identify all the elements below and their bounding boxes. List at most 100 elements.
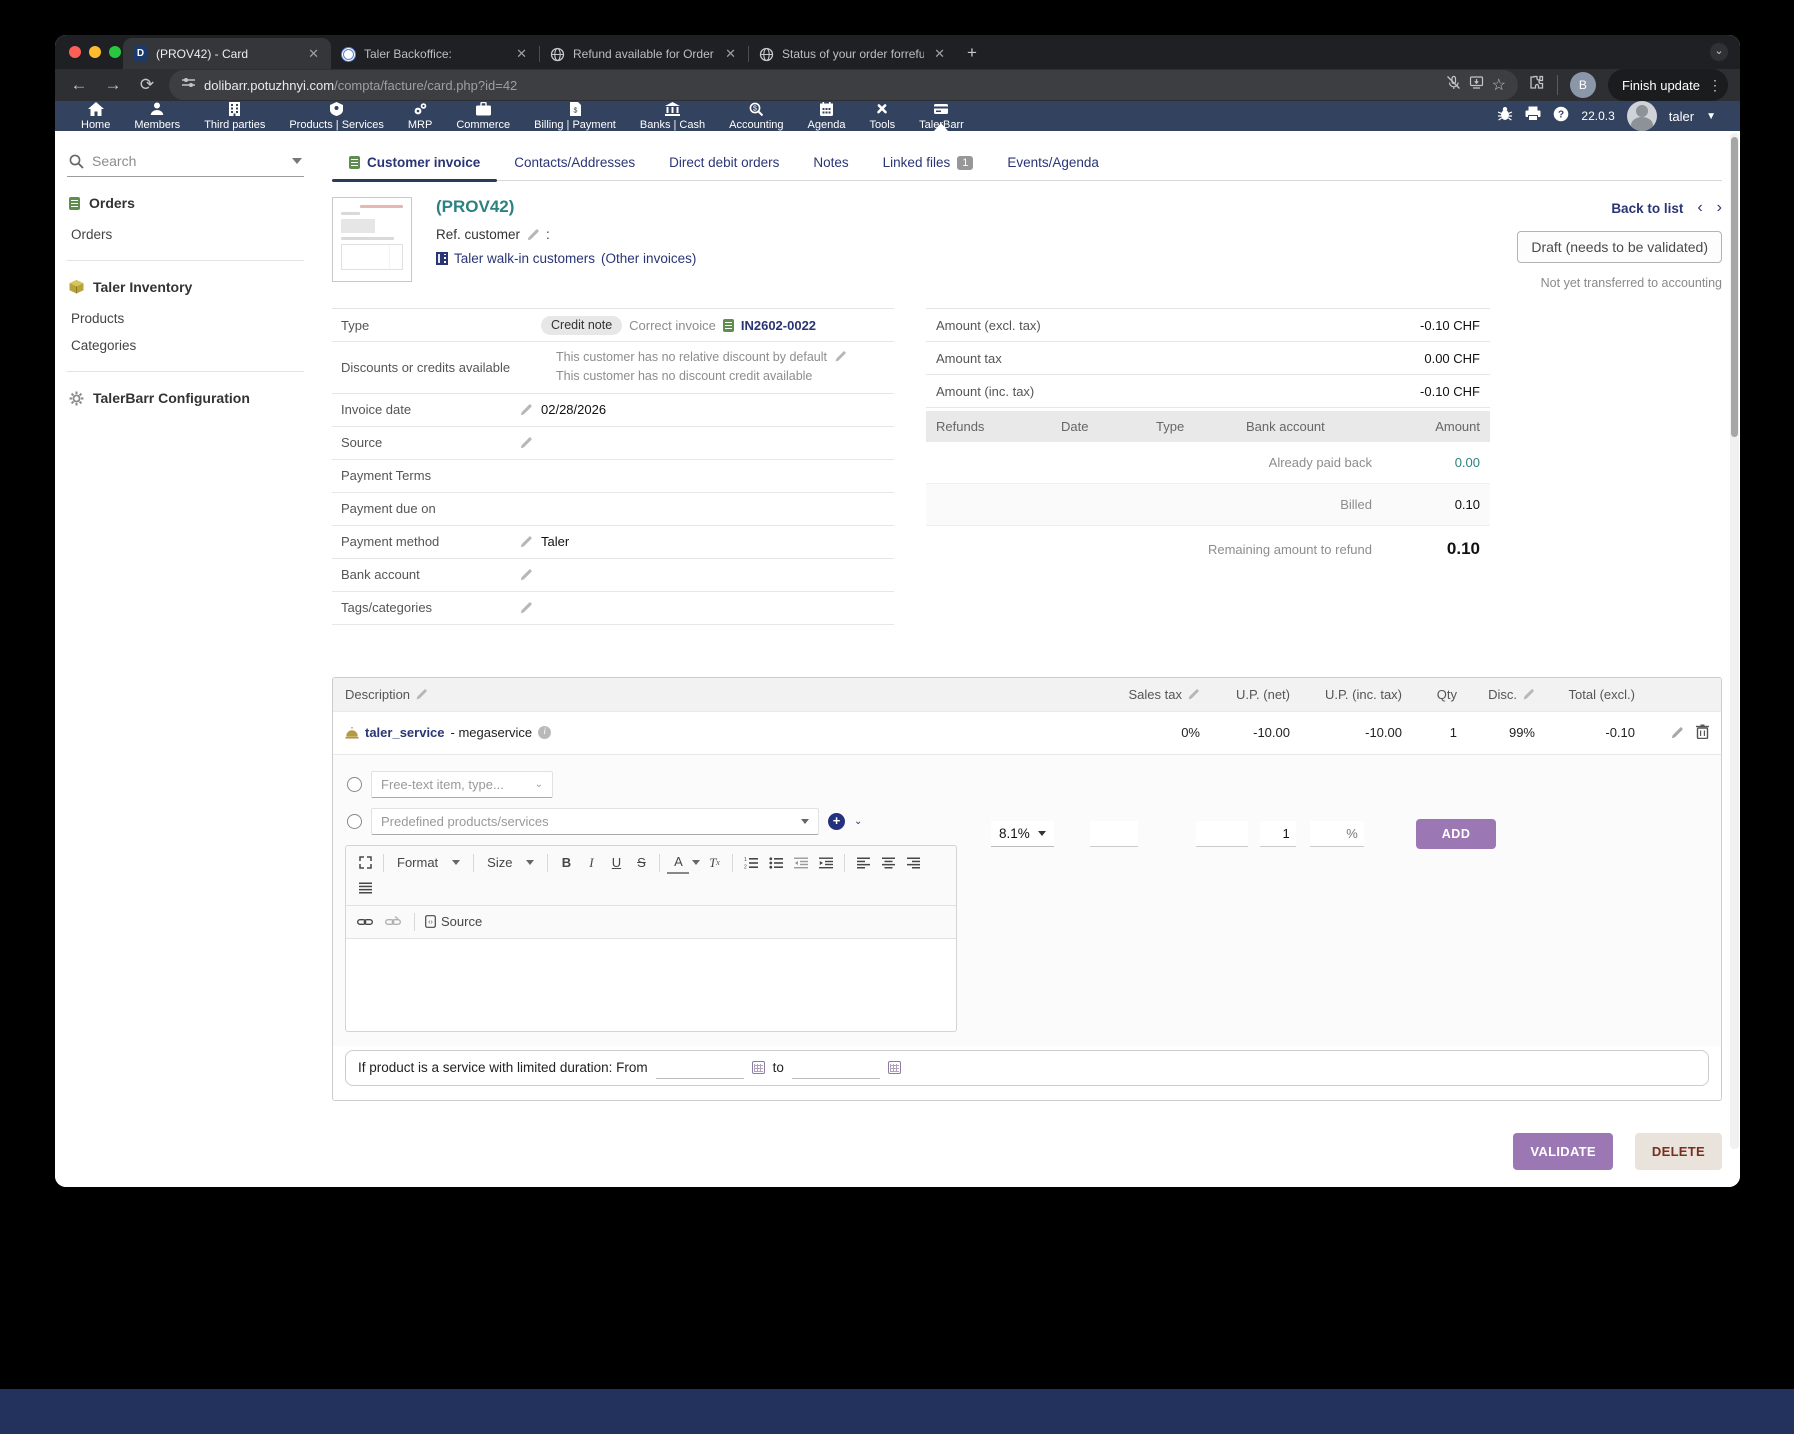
tab-notes[interactable]: Notes xyxy=(796,145,865,180)
site-settings-icon[interactable] xyxy=(181,75,196,95)
thirdparty-link[interactable]: Taler walk-in customers xyxy=(454,251,595,266)
user-avatar[interactable] xyxy=(1627,101,1657,131)
mic-blocked-icon[interactable] xyxy=(1446,75,1461,95)
outdent-button[interactable] xyxy=(790,852,812,874)
tab-linked-files[interactable]: Linked files 1 xyxy=(866,145,991,180)
add-product-icon[interactable]: + xyxy=(828,813,845,830)
add-line-button[interactable]: ADD xyxy=(1416,819,1497,849)
text-color-caret-icon[interactable] xyxy=(692,860,700,865)
calendar-from-icon[interactable] xyxy=(752,1061,765,1074)
line-product-link[interactable]: taler_service xyxy=(365,725,445,740)
duration-to-input[interactable] xyxy=(792,1057,880,1079)
bookmark-star-icon[interactable]: ☆ xyxy=(1492,75,1506,95)
calendar-to-icon[interactable] xyxy=(888,1061,901,1074)
invoice-preview-thumbnail[interactable] xyxy=(332,197,412,282)
up-inc-input[interactable] xyxy=(1196,821,1248,847)
ordered-list-button[interactable]: 12 xyxy=(740,852,762,874)
indent-button[interactable] xyxy=(815,852,837,874)
up-net-input[interactable] xyxy=(1090,821,1138,847)
search-dropdown-caret-icon[interactable] xyxy=(292,158,302,164)
minimize-window-button[interactable] xyxy=(89,46,101,58)
combobox-caret-icon[interactable] xyxy=(801,819,809,824)
free-text-type-select[interactable]: Free-text item, type... ⌄ xyxy=(371,771,553,798)
bold-button[interactable]: B xyxy=(555,852,577,874)
browser-profile-avatar[interactable]: B xyxy=(1570,72,1596,98)
browser-tab[interactable]: Status of your order forrefund ✕ xyxy=(749,39,957,69)
delete-line-icon[interactable] xyxy=(1696,724,1709,742)
print-icon[interactable] xyxy=(1525,106,1541,126)
zoom-window-button[interactable] xyxy=(109,46,121,58)
strikethrough-button[interactable]: S xyxy=(630,852,652,874)
correct-invoice-link[interactable]: IN2602-0022 xyxy=(741,318,816,333)
back-button[interactable]: ← xyxy=(67,75,91,95)
duration-from-input[interactable] xyxy=(656,1057,744,1079)
bug-report-icon[interactable] xyxy=(1497,106,1513,126)
next-record-icon[interactable]: › xyxy=(1717,199,1722,217)
browser-tab-active[interactable]: D (PROV42) - Card ✕ xyxy=(123,38,331,69)
predefined-product-combobox[interactable]: Predefined products/services xyxy=(371,808,819,835)
menu-billing-payment[interactable]: $ Billing | Payment xyxy=(522,101,628,131)
browser-tab[interactable]: Refund available for Order to ✕ xyxy=(540,39,748,69)
browser-tab[interactable]: Taler Backoffice: ✕ xyxy=(331,39,539,69)
install-icon[interactable] xyxy=(1469,75,1484,95)
sidebar-item-orders[interactable]: Orders xyxy=(69,221,302,248)
edit-disc-icon[interactable] xyxy=(1522,688,1535,701)
menu-agenda[interactable]: Agenda xyxy=(796,101,858,131)
menu-third-parties[interactable]: Third parties xyxy=(192,101,277,131)
menu-mrp[interactable]: MRP xyxy=(396,101,444,131)
help-icon[interactable]: ? xyxy=(1553,106,1569,127)
line-info-icon[interactable]: i xyxy=(538,726,551,739)
address-bar[interactable]: dolibarr.potuzhnyi.com/compta/facture/ca… xyxy=(169,70,1518,100)
align-left-button[interactable] xyxy=(852,852,874,874)
extensions-icon[interactable] xyxy=(1528,74,1545,96)
align-right-button[interactable] xyxy=(902,852,924,874)
previous-record-icon[interactable]: ‹ xyxy=(1697,199,1702,217)
close-tab-icon[interactable]: ✕ xyxy=(723,46,738,62)
sidebar-item-products[interactable]: Products xyxy=(69,305,302,332)
size-dropdown[interactable]: Size xyxy=(481,855,540,870)
sidebar-search[interactable]: Search xyxy=(67,149,304,177)
source-button[interactable]: ‹› Source xyxy=(425,914,482,929)
menu-banks-cash[interactable]: Banks | Cash xyxy=(628,101,717,131)
underline-button[interactable]: U xyxy=(605,852,627,874)
format-dropdown[interactable]: Format xyxy=(391,855,466,870)
text-color-button[interactable]: A xyxy=(667,852,689,874)
tab-customer-invoice[interactable]: Customer invoice xyxy=(332,145,497,180)
maximize-editor-icon[interactable] xyxy=(354,852,376,874)
tab-events-agenda[interactable]: Events/Agenda xyxy=(990,145,1116,180)
delete-button[interactable]: DELETE xyxy=(1635,1133,1722,1170)
justify-button[interactable] xyxy=(354,877,376,899)
bullet-list-button[interactable] xyxy=(765,852,787,874)
unlink-button[interactable] xyxy=(382,911,404,933)
tab-search-chevron-icon[interactable]: ⌄ xyxy=(1710,43,1728,61)
sidebar-orders-heading[interactable]: Orders xyxy=(69,195,302,211)
already-paid-back-value[interactable]: 0.00 xyxy=(1410,455,1480,470)
menu-members[interactable]: Members xyxy=(122,101,192,131)
qty-input[interactable] xyxy=(1260,821,1296,847)
predefined-product-radio[interactable] xyxy=(347,814,362,829)
link-button[interactable] xyxy=(354,911,376,933)
sidebar-inventory-heading[interactable]: Taler Inventory xyxy=(69,279,302,295)
menu-commerce[interactable]: Commerce xyxy=(444,101,522,131)
sidebar-item-categories[interactable]: Categories xyxy=(69,332,302,359)
user-menu-chevron-icon[interactable]: ▼ xyxy=(1706,111,1716,122)
sidebar-config-heading[interactable]: TalerBarr Configuration xyxy=(69,390,302,406)
edit-tags-icon[interactable] xyxy=(519,601,541,615)
add-product-caret-icon[interactable]: ⌄ xyxy=(854,816,862,827)
new-tab-button[interactable]: + xyxy=(967,43,977,63)
edit-source-icon[interactable] xyxy=(519,436,541,450)
edit-invoice-date-icon[interactable] xyxy=(519,403,541,417)
edit-payment-method-icon[interactable] xyxy=(519,535,541,549)
discount-input[interactable] xyxy=(1310,821,1364,847)
window-controls[interactable] xyxy=(69,46,121,58)
free-text-radio[interactable] xyxy=(347,777,362,792)
edit-description-icon[interactable] xyxy=(415,688,428,701)
vat-rate-select[interactable]: 8.1% xyxy=(991,821,1054,847)
user-name[interactable]: taler xyxy=(1669,109,1694,124)
menu-accounting[interactable]: $ Accounting xyxy=(717,101,795,131)
forward-button[interactable]: → xyxy=(101,75,125,95)
finish-update-button[interactable]: Finish update ⋮ xyxy=(1608,69,1728,101)
italic-button[interactable]: I xyxy=(580,852,602,874)
browser-menu-icon[interactable]: ⋮ xyxy=(1708,77,1722,94)
back-to-list-link[interactable]: Back to list xyxy=(1611,201,1683,216)
